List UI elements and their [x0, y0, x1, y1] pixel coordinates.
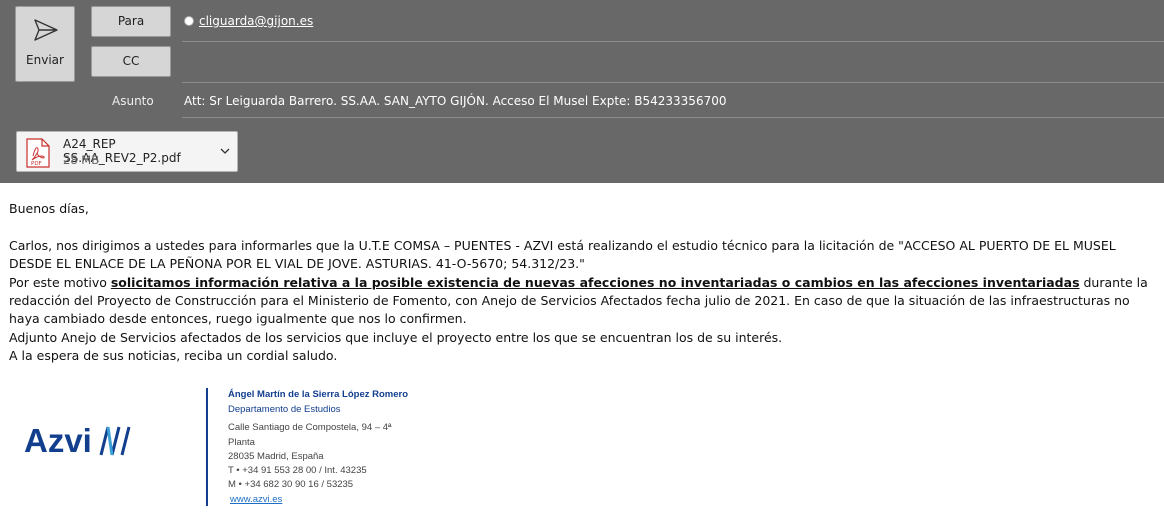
signature-name: Ángel Martín de la Sierra López Romero	[228, 389, 409, 400]
compose-header: Enviar Para CC cliguarda@gijon.es Asunto…	[0, 0, 1164, 183]
body-paragraph-4: A la espera de sus noticias, reciba un c…	[9, 348, 338, 364]
signature-phone: T • +34 91 553 28 00 / Int. 43235	[228, 465, 367, 476]
signature-department: Departamento de Estudios	[228, 404, 341, 415]
body-paragraph-2-emphasis: solicitamos información relativa a la po…	[110, 274, 1080, 290]
to-button[interactable]: Para	[91, 6, 171, 37]
attachment-card[interactable]: PDF A24_REP SS.AA_REV2_P2.pdf 28 MB	[16, 131, 238, 172]
chevron-down-icon[interactable]	[219, 145, 231, 157]
cc-button[interactable]: CC	[91, 46, 171, 77]
signature-address-line-3: 28035 Madrid, España	[228, 451, 324, 462]
subject-input[interactable]: Att: Sr Leiguarda Barrero. SS.AA. SAN_AY…	[184, 94, 726, 108]
company-logo-text: Azvi	[24, 422, 92, 459]
body-paragraph-2: Por este motivo solicitamos información …	[9, 274, 1159, 329]
body-paragraph-3: Adjunto Anejo de Servicios afectados de …	[9, 329, 783, 345]
send-button[interactable]: Enviar	[15, 6, 75, 82]
signature-address-line-2: Planta	[228, 437, 255, 448]
company-logo: Azvi	[24, 422, 132, 460]
to-field[interactable]	[182, 41, 1164, 42]
signature-mobile: M • +34 682 30 90 16 / 53235	[228, 479, 354, 490]
to-recipient[interactable]: cliguarda@gijon.es	[184, 14, 313, 28]
body-paragraph-2-prefix: Por este motivo	[9, 274, 111, 290]
send-icon	[34, 19, 58, 41]
signature-website-link[interactable]: www.azvi.es	[230, 494, 282, 505]
greeting: Buenos días,	[9, 201, 89, 216]
to-recipient-address[interactable]: cliguarda@gijon.es	[199, 14, 313, 28]
signature-divider	[206, 388, 208, 506]
body-paragraph-1: Carlos, nos dirigimos a ustedes para inf…	[9, 237, 1116, 272]
subject-label: Asunto	[112, 94, 154, 108]
subject-field-underline	[182, 117, 1164, 118]
cc-field[interactable]	[182, 82, 1164, 83]
azvi-mark-icon	[99, 426, 131, 456]
signature-address-line-1: Calle Santiago de Compostela, 94 – 4ª	[228, 422, 392, 433]
presence-icon	[184, 16, 194, 26]
send-button-label: Enviar	[26, 53, 64, 67]
pdf-file-icon: PDF	[26, 138, 50, 168]
svg-text:PDF: PDF	[31, 161, 42, 167]
attachment-file-size: 28 MB	[63, 153, 100, 167]
message-body[interactable]: Buenos días, Carlos, nos dirigimos a ust…	[9, 200, 1159, 366]
